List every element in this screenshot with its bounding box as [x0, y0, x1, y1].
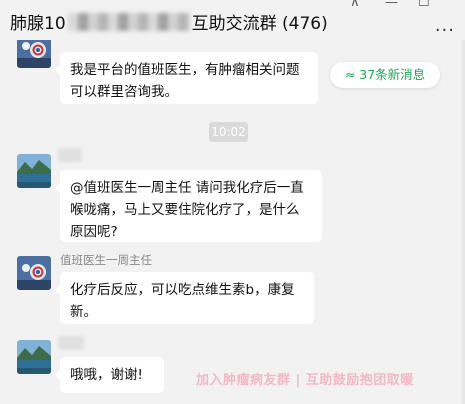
- pin-icon[interactable]: ⊼: [350, 0, 360, 10]
- message-timestamp: 10:02: [209, 122, 248, 142]
- chat-title-prefix: 肺腺10: [10, 14, 66, 34]
- user-avatar-lake[interactable]: [17, 340, 51, 374]
- message-line: 化疗后反应，可以吃点维生素b，康复: [70, 282, 295, 298]
- message-line: 喉咙痛，马上又要住院化疗了，是什么: [70, 202, 300, 218]
- user-avatar-lake[interactable]: [17, 154, 51, 188]
- doctor-avatar[interactable]: [17, 40, 51, 68]
- chat-message-area[interactable]: 我是平台的值班医生，有肿瘤相关问题 可以群里咨询我。 ≈ 37条新消息 10:0…: [0, 40, 465, 404]
- redacted-sender-name: [58, 148, 82, 162]
- message-bubble[interactable]: @值班医生一周主任 请问我化疗后一直 喉咙痛，马上又要住院化疗了，是什么 原因呢…: [55, 170, 322, 242]
- message-line: 哦哦，谢谢!: [70, 367, 143, 383]
- chat-title-suffix: 互助交流群 (476): [191, 14, 328, 34]
- redacted-title-segment: [67, 12, 190, 31]
- more-options-icon[interactable]: ···: [435, 20, 455, 41]
- message-bubble[interactable]: 哦哦，谢谢!: [55, 357, 164, 393]
- redacted-sender-name: [58, 336, 84, 350]
- title-bar: 肺腺10 互助交流群 (476) ⊼ — ☐ ···: [0, 0, 465, 41]
- message-line: 我是平台的值班医生，有肿瘤相关问题: [70, 62, 300, 78]
- message-line: 原因呢?: [70, 224, 118, 240]
- message-bubble[interactable]: 我是平台的值班医生，有肿瘤相关问题 可以群里咨询我。: [55, 52, 318, 104]
- new-messages-button[interactable]: ≈ 37条新消息: [330, 62, 440, 88]
- message-line: 可以群里咨询我。: [70, 84, 178, 100]
- minimize-icon[interactable]: —: [385, 0, 398, 10]
- message-line: 新。: [70, 304, 97, 320]
- maximize-icon[interactable]: ☐: [418, 0, 430, 10]
- chat-title: 肺腺10 互助交流群 (476): [10, 9, 328, 34]
- sender-name: 值班医生一周主任: [60, 253, 152, 267]
- watermark-text: 加入肿瘤病友群 | 互助鼓励抱团取暖: [196, 373, 414, 388]
- message-bubble[interactable]: 化疗后反应，可以吃点维生素b，康复 新。: [55, 272, 314, 324]
- doctor-avatar[interactable]: [17, 256, 51, 290]
- message-line: @值班医生一周主任 请问我化疗后一直: [70, 180, 304, 196]
